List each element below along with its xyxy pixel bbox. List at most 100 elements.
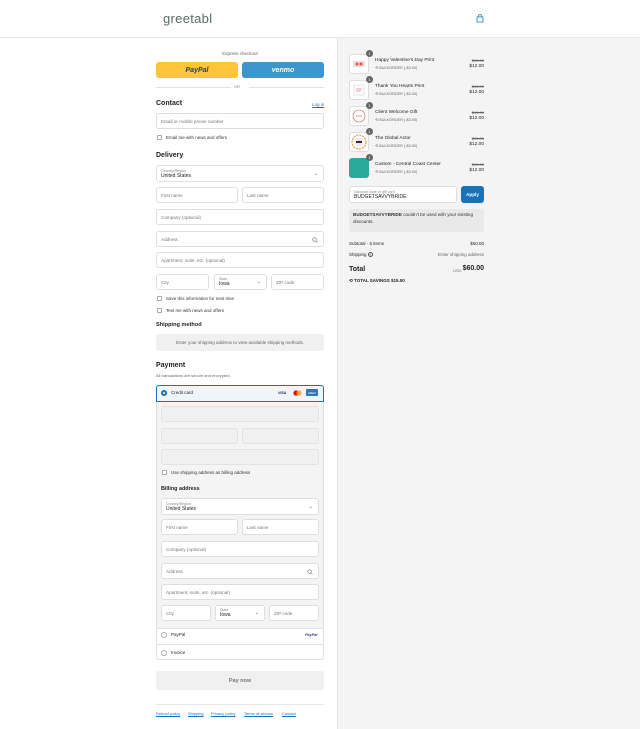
payment-subtitle: All transactions are secure and encrypte… <box>156 373 231 378</box>
divider <box>157 644 323 645</box>
security-code-field[interactable] <box>242 428 319 444</box>
paypal-radio[interactable] <box>161 632 167 638</box>
invoice-radio[interactable] <box>161 650 167 656</box>
divider <box>249 87 324 88</box>
text-news-checkbox[interactable] <box>157 308 162 313</box>
item-name: Client Welcome Gift <box>375 110 418 115</box>
shipping-label: Shipping ? <box>349 252 373 257</box>
amex-icon: AMEX <box>306 389 318 396</box>
invoice-option-label: Invoice <box>171 650 186 655</box>
discount-value: BUDGETSAVVYBRIDE <box>354 193 407 200</box>
shipping-method-title: Shipping method <box>156 322 202 328</box>
item-discount-code: BULKORDER (-$3.00) <box>379 170 418 174</box>
item-discount: ⟲ BULKORDER (-$3.00) <box>375 143 417 148</box>
company-field[interactable]: Company (optional) <box>156 209 324 225</box>
quantity-badge: 1 <box>366 76 373 83</box>
state-value: Iowa <box>219 281 230 287</box>
item-discount-code: BULKORDER (-$3.00) <box>379 144 418 148</box>
billing-country-select[interactable]: Country/Region United States ⌄ <box>161 498 319 515</box>
text-news-label: Text me with news and offers <box>166 308 224 313</box>
billing-address-field[interactable]: Address <box>161 563 319 579</box>
item-name: The Global Actor <box>375 136 411 141</box>
billing-state-select[interactable]: State Iowa ⌄ <box>215 605 265 621</box>
discount-error-message: BUDGETSAVVYBRIDE couldn't be used with y… <box>349 209 484 232</box>
pay-now-button[interactable]: Pay now <box>156 671 324 690</box>
paypal-option-label: PayPal <box>171 632 186 637</box>
zip-field[interactable]: ZIP code <box>271 274 324 290</box>
billing-zip-field[interactable]: ZIP code <box>269 605 319 621</box>
shipping-value: Enter shipping address <box>437 252 484 257</box>
billing-address-placeholder: Address <box>166 568 183 574</box>
billing-last-name-field[interactable]: Last name <box>242 519 319 535</box>
divider <box>157 628 323 629</box>
discount-code-input[interactable]: Discount code or gift card BUDGETSAVVYBR… <box>349 186 457 203</box>
info-icon: ? <box>367 252 373 257</box>
name-on-card-field[interactable] <box>161 449 319 465</box>
product-thumbnail <box>349 106 369 126</box>
item-old-price: $15.00 <box>471 58 484 63</box>
item-discount: ⟲ BULKORDER (-$3.00) <box>375 91 417 96</box>
quantity-badge: 1 <box>366 102 373 109</box>
item-discount-code: BULKORDER (-$3.00) <box>379 66 418 70</box>
item-name: Custom - Central Coast Center <box>375 162 441 167</box>
item-price: $12.00 <box>469 142 484 147</box>
product-thumbnail <box>349 80 369 100</box>
privacy-policy-link[interactable]: Privacy policy <box>211 711 235 716</box>
chevron-down-icon: ⌄ <box>308 503 313 510</box>
address-placeholder: Address <box>161 236 178 242</box>
thank-you-print-image <box>353 84 365 96</box>
last-name-field[interactable]: Last name <box>242 187 324 203</box>
logo[interactable]: greetabl <box>163 11 212 26</box>
item-name: Thank You Hearts Print <box>375 84 425 89</box>
contact-link[interactable]: Contact <box>282 711 296 716</box>
email-news-label: Email me with news and offers <box>166 135 227 140</box>
search-icon <box>307 569 313 575</box>
card-number-field[interactable] <box>161 406 319 422</box>
billing-state-value: Iowa <box>220 612 231 618</box>
billing-city-field[interactable]: City <box>161 605 211 621</box>
error-code: BUDGETSAVVYBRIDE <box>353 212 402 217</box>
valentine-print-image <box>353 61 365 67</box>
country-select[interactable]: Country/Region United States ⌄ <box>156 165 324 182</box>
email-news-checkbox[interactable] <box>157 135 162 140</box>
terms-link[interactable]: Terms of service <box>244 711 273 716</box>
city-field[interactable]: City <box>156 274 209 290</box>
use-shipping-checkbox[interactable] <box>162 470 167 475</box>
expiration-field[interactable] <box>161 428 238 444</box>
divider <box>156 704 324 705</box>
refund-policy-link[interactable]: Refund policy <box>156 711 180 716</box>
billing-apartment-field[interactable]: Apartment, suite, etc. (optional) <box>161 584 319 600</box>
apartment-field[interactable]: Apartment, suite, etc. (optional) <box>156 252 324 268</box>
email-field[interactable]: Email or mobile phone number <box>156 113 324 129</box>
first-name-field[interactable]: First name <box>156 187 238 203</box>
item-old-price: $15.00 <box>471 110 484 115</box>
billing-first-name-field[interactable]: First name <box>161 519 238 535</box>
credit-card-radio[interactable] <box>161 390 167 396</box>
item-price: $12.00 <box>469 168 484 173</box>
shopping-bag-icon[interactable] <box>476 14 484 23</box>
express-checkout-title: Express checkout <box>222 51 258 56</box>
item-discount: ⟲ BULKORDER (-$3.00) <box>375 169 417 174</box>
shipping-link[interactable]: Shipping <box>188 711 204 716</box>
header: greetabl <box>0 0 640 38</box>
divider <box>156 87 231 88</box>
state-select[interactable]: State Iowa ⌄ <box>214 274 267 290</box>
apply-button[interactable]: Apply <box>461 186 484 203</box>
search-icon <box>312 237 318 243</box>
billing-company-field[interactable]: Company (optional) <box>161 541 319 557</box>
paypal-button[interactable]: PayPal <box>156 62 238 78</box>
chevron-down-icon: ⌄ <box>256 279 261 285</box>
save-info-checkbox[interactable] <box>157 296 162 301</box>
or-label: OR <box>234 84 240 89</box>
shipping-method-placeholder: Enter your shipping address to view avai… <box>156 334 324 351</box>
subtotal-label: Subtotal · 5 items <box>349 241 385 246</box>
product-thumbnail <box>349 158 369 178</box>
item-discount-code: BULKORDER (-$3.00) <box>379 118 418 122</box>
item-price: $12.00 <box>469 90 484 95</box>
country-value: United States <box>161 172 192 179</box>
login-link[interactable]: Log in <box>312 102 324 107</box>
use-shipping-label: Use shipping address as billing address <box>171 470 251 475</box>
payment-title: Payment <box>156 362 186 369</box>
address-field[interactable]: Address <box>156 231 324 247</box>
venmo-button[interactable]: venmo <box>242 62 324 78</box>
